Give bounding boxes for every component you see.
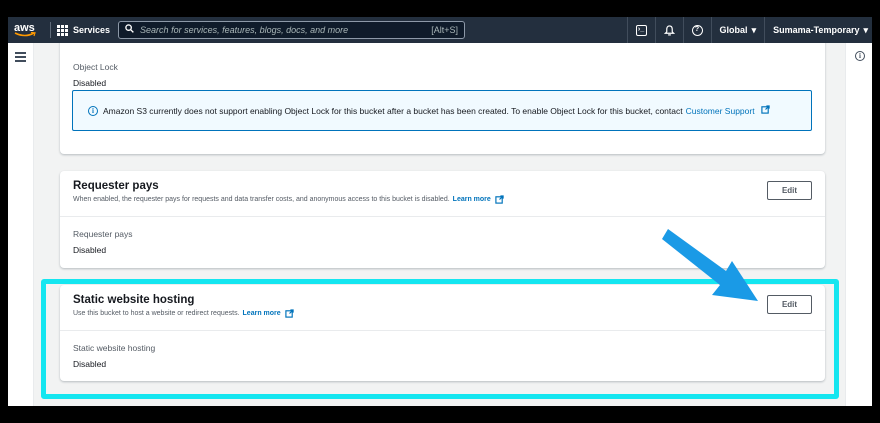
screenshot-frame: aws Services Search for services, featur…	[0, 0, 880, 423]
requester-pays-edit-button[interactable]: Edit	[767, 181, 812, 200]
pointer-arrow	[662, 229, 758, 301]
hamburger-menu-icon[interactable]	[15, 52, 26, 64]
help-icon: ?	[691, 24, 703, 36]
info-icon: i	[88, 106, 98, 116]
services-menu-button[interactable]: Services	[57, 24, 111, 36]
object-lock-value: Disabled	[73, 78, 107, 88]
account-menu[interactable]: Sumama-Temporary ▾	[764, 17, 872, 43]
search-icon	[125, 24, 134, 36]
top-navigation-bar: aws Services Search for services, featur…	[8, 17, 872, 43]
external-link-icon	[495, 195, 504, 204]
requester-pays-header: Requester pays When enabled, the request…	[60, 171, 825, 217]
alert-text: Amazon S3 currently does not support ena…	[103, 105, 683, 116]
object-lock-info-alert: i Amazon S3 currently does not support e…	[72, 90, 812, 131]
aws-logo[interactable]: aws	[14, 22, 44, 38]
requester-pays-description: When enabled, the requester pays for req…	[73, 195, 812, 204]
learn-more-link[interactable]: Learn more	[453, 196, 491, 203]
nav-divider	[50, 22, 51, 38]
info-panel-icon[interactable]: i	[855, 51, 865, 61]
services-label: Services	[73, 25, 111, 35]
right-tools-rail: i	[845, 43, 872, 406]
external-link-icon	[761, 105, 770, 114]
object-lock-card: Object Lock Disabled i Amazon S3 current…	[60, 43, 825, 154]
search-placeholder: Search for services, features, blogs, do…	[140, 25, 349, 35]
grid-icon	[57, 24, 68, 36]
caret-down-icon: ▾	[863, 24, 868, 35]
customer-support-link[interactable]: Customer Support	[686, 105, 770, 116]
search-input[interactable]: Search for services, features, blogs, do…	[118, 21, 466, 39]
requester-pays-title: Requester pays	[73, 180, 159, 192]
account-label: Sumama-Temporary	[773, 25, 860, 35]
terminal-icon: ›_	[635, 24, 647, 36]
caret-down-icon: ▾	[751, 24, 757, 35]
help-button[interactable]: ?	[682, 17, 711, 43]
search-shortcut: [Alt+S]	[431, 25, 459, 35]
region-selector[interactable]: Global ▾	[710, 17, 765, 43]
notifications-button[interactable]	[654, 17, 683, 43]
object-lock-label: Object Lock	[73, 62, 118, 72]
nav-right-group: ›_ ? Global ▾ Sumama-Temporary ▾	[626, 17, 872, 43]
aws-smile-icon	[14, 31, 36, 36]
cloudshell-button[interactable]: ›_	[626, 17, 655, 43]
left-side-navigation-rail	[8, 43, 34, 406]
bell-icon	[663, 24, 675, 35]
region-label: Global	[719, 25, 748, 35]
